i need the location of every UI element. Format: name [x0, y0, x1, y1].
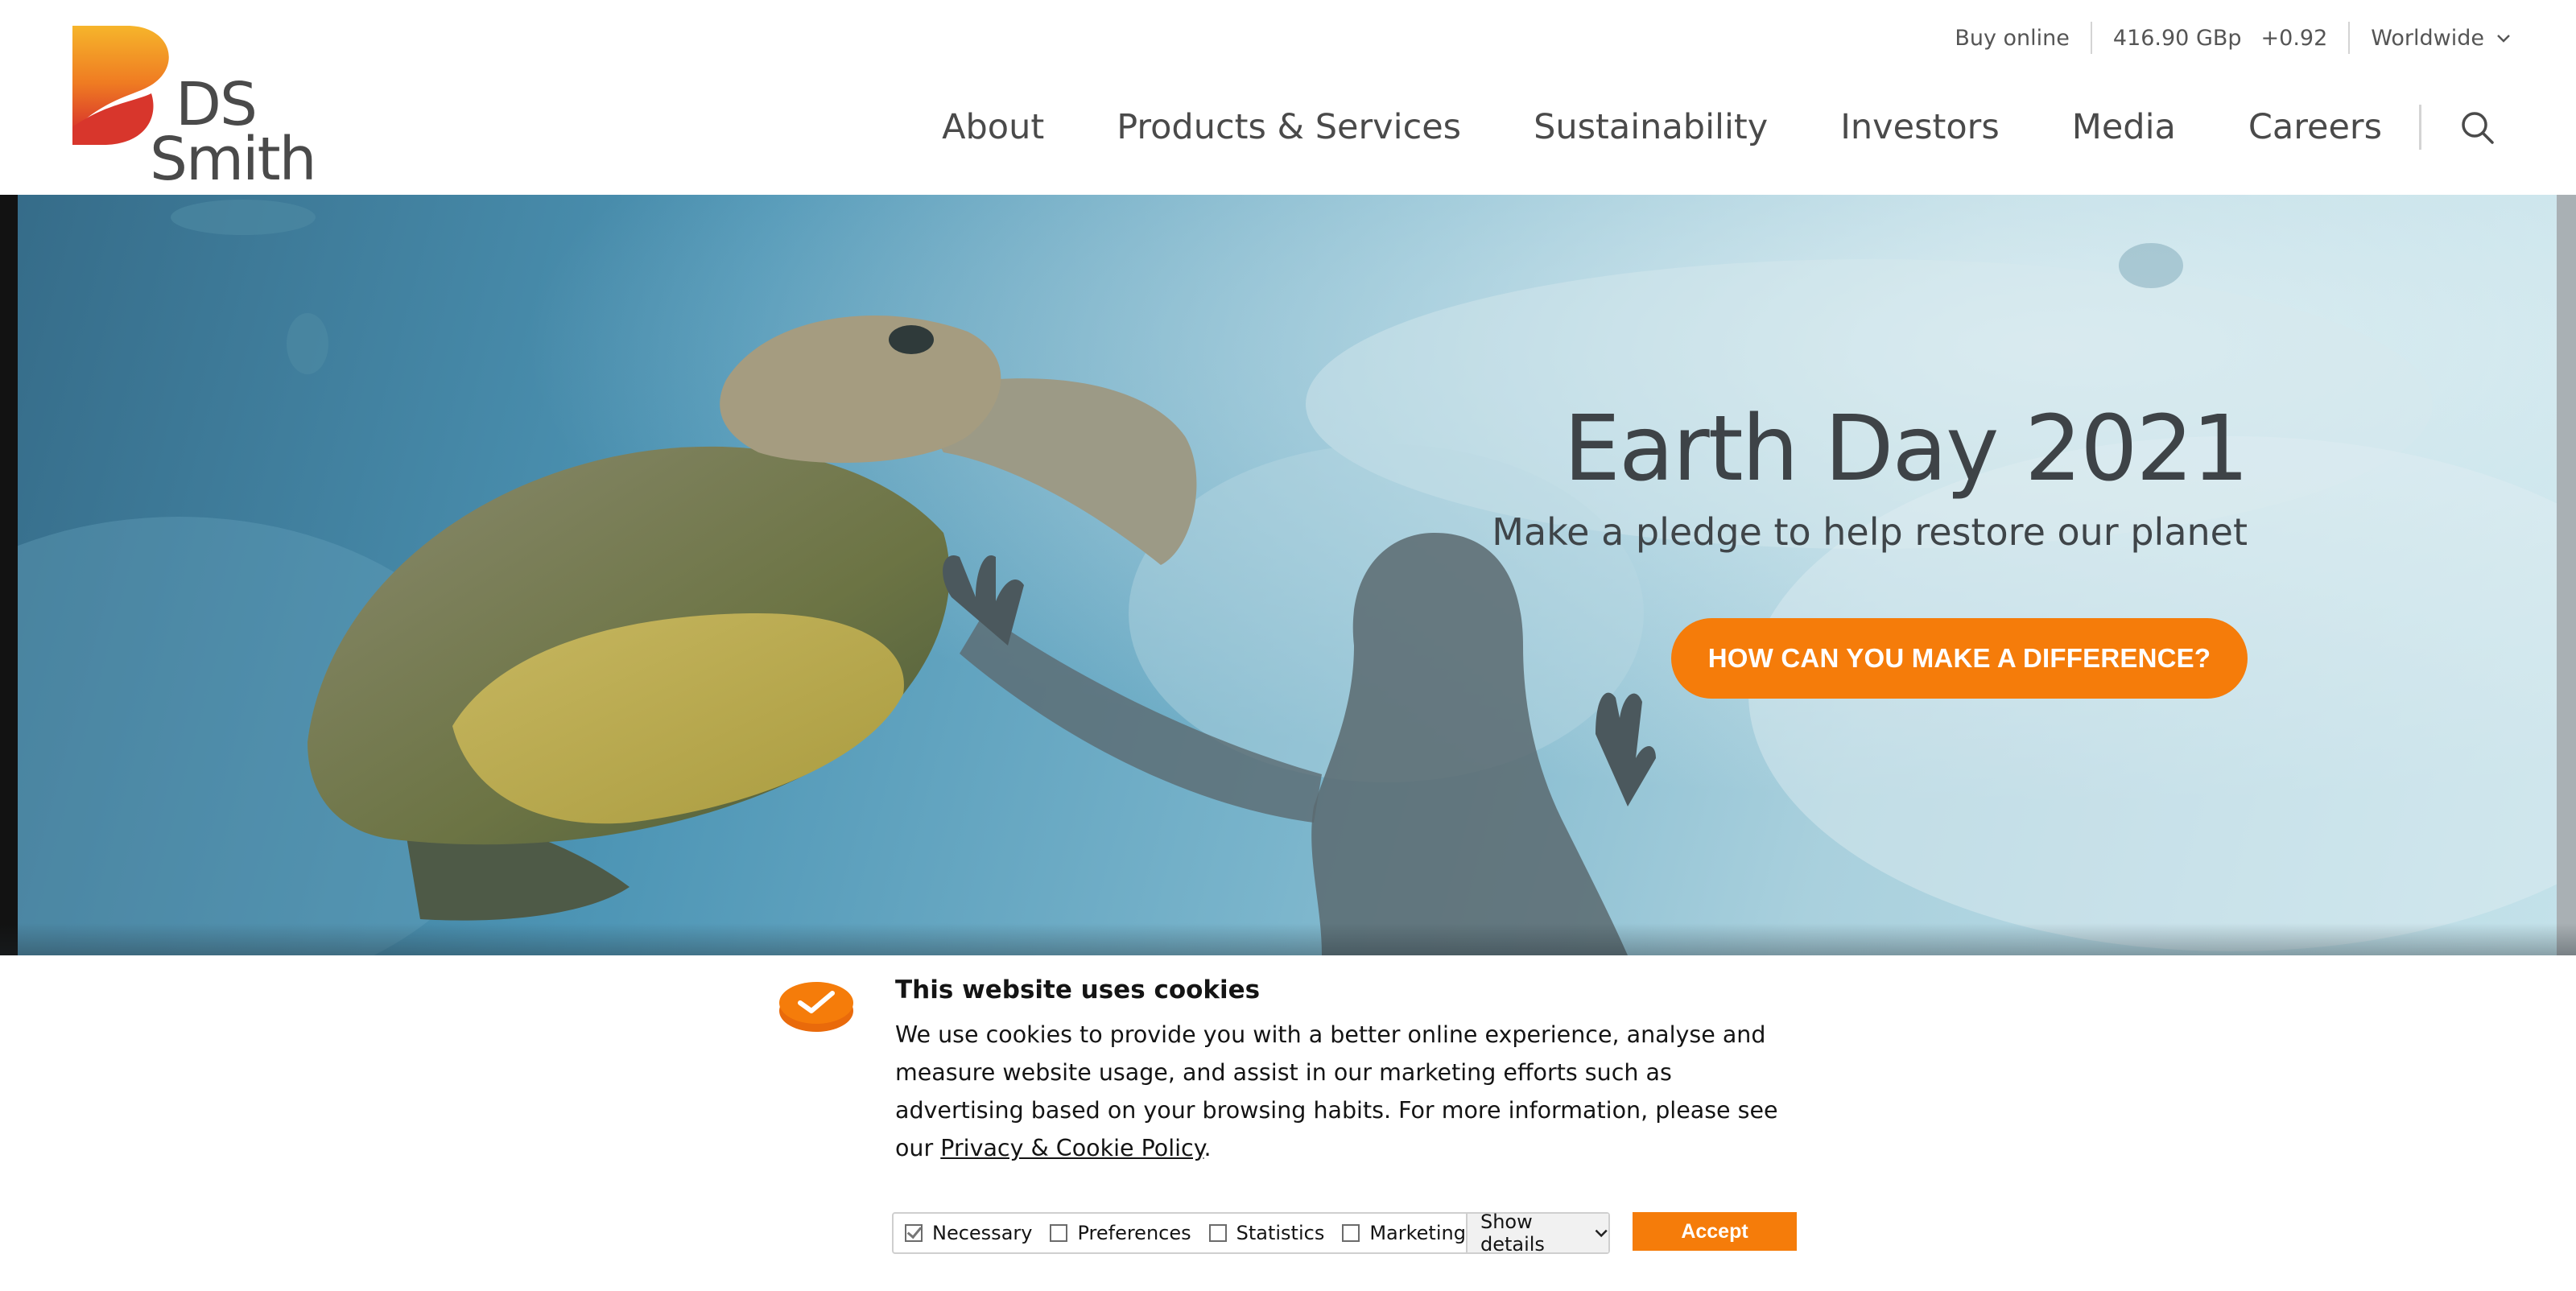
cookie-option-preferences[interactable]: Preferences [1050, 1222, 1191, 1244]
chevron-down-icon [1595, 1229, 1608, 1238]
cookie-check-icon [779, 982, 853, 1032]
chevron-down-icon [2497, 35, 2510, 43]
cookie-option-marketing[interactable]: Marketing [1342, 1222, 1466, 1244]
hero-subtitle: Make a pledge to help restore our planet [1492, 510, 2248, 555]
privacy-policy-link[interactable]: Privacy & Cookie Policy [940, 1135, 1203, 1161]
logo-wordmark: DS Smith [150, 70, 317, 195]
hero-right-edge [2557, 195, 2576, 955]
buy-online-link[interactable]: Buy online [1955, 26, 2070, 51]
necessary-label: Necessary [932, 1222, 1033, 1244]
cookie-options-bar: Necessary Preferences Statistics Marketi… [892, 1211, 1610, 1256]
cookie-banner-text: We use cookies to provide you with a bet… [895, 1016, 1797, 1167]
necessary-checkbox[interactable] [905, 1224, 923, 1242]
utility-divider [2348, 22, 2351, 54]
cookie-option-statistics[interactable]: Statistics [1208, 1222, 1325, 1244]
statistics-checkbox[interactable] [1208, 1224, 1227, 1242]
cookie-banner-title: This website uses cookies [895, 975, 1261, 1004]
region-selector[interactable]: Worldwide [2371, 26, 2512, 51]
preferences-label: Preferences [1077, 1222, 1191, 1244]
marketing-checkbox[interactable] [1342, 1224, 1360, 1242]
share-price-change: +0.92 [2260, 25, 2328, 51]
hero-text-block: Earth Day 2021 Make a pledge to help res… [1492, 397, 2249, 555]
logo-text-ds: DS [175, 70, 258, 139]
nav-item-products-services[interactable]: Products & Services [1117, 107, 1461, 147]
hero-bottom-shade [0, 923, 2576, 955]
hero-left-edge [0, 195, 18, 955]
accept-cookies-button[interactable]: Accept [1633, 1212, 1797, 1251]
nav-divider [2419, 105, 2421, 150]
utility-divider [2090, 22, 2092, 54]
show-details-label: Show details [1480, 1211, 1545, 1256]
nav-item-careers[interactable]: Careers [2248, 107, 2382, 147]
site-header: DS Smith Buy online 416.90 GBp +0.92 Wor… [0, 0, 2576, 195]
main-nav: About Products & Services Sustainability… [942, 103, 2496, 151]
hero-cta-button[interactable]: HOW CAN YOU MAKE A DIFFERENCE? [1671, 618, 2248, 699]
hero-title: Earth Day 2021 [1563, 397, 2249, 501]
marketing-label: Marketing [1369, 1222, 1466, 1244]
cookie-body-end: . [1203, 1135, 1212, 1161]
nav-item-about[interactable]: About [942, 107, 1044, 147]
logo-text-smith: Smith [150, 125, 317, 195]
hero-banner: Earth Day 2021 Make a pledge to help res… [0, 195, 2576, 955]
show-details-dropdown[interactable]: Show details [1465, 1211, 1608, 1256]
cookie-option-necessary[interactable]: Necessary [905, 1222, 1032, 1244]
nav-item-sustainability[interactable]: Sustainability [1534, 107, 1768, 147]
page: DS Smith Buy online 416.90 GBp +0.92 Wor… [0, 0, 2576, 1291]
utility-bar: Buy online 416.90 GBp +0.92 Worldwide [1955, 22, 2512, 54]
nav-item-investors[interactable]: Investors [1840, 107, 2000, 147]
search-icon[interactable] [2458, 109, 2496, 146]
statistics-label: Statistics [1236, 1222, 1325, 1244]
nav-item-media[interactable]: Media [2072, 107, 2176, 147]
hero-image-turtle-and-girl [18, 195, 2557, 955]
share-price: 416.90 GBp [2112, 25, 2242, 51]
region-label: Worldwide [2371, 25, 2484, 51]
preferences-checkbox[interactable] [1050, 1224, 1068, 1242]
